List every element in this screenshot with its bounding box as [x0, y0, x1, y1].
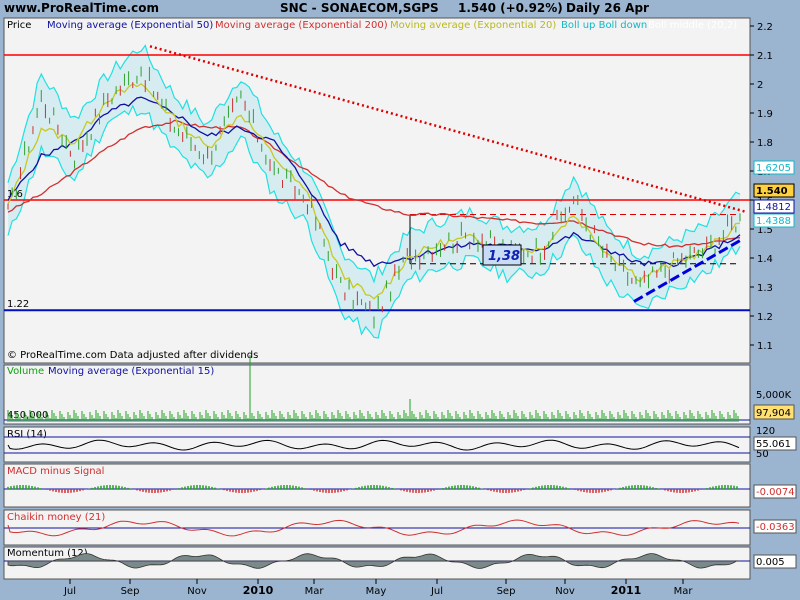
- legend-ma50: Moving average (Exponential 50): [47, 20, 213, 31]
- symbol-title: SNC - SONAECOM,SGPS: [280, 1, 439, 15]
- chart-window: www.ProRealTime.com SNC - SONAECOM,SGPS …: [0, 0, 800, 600]
- price-value-label: 1.4812: [756, 202, 791, 213]
- annotation-text: 1,38: [488, 249, 520, 264]
- site-title: www.ProRealTime.com: [4, 1, 159, 15]
- momentum-right-value: 0.005: [756, 557, 785, 568]
- y-tick-label: 2: [757, 80, 763, 91]
- price-value-label: 1.540: [756, 186, 788, 197]
- y-tick-label: 1.2: [757, 312, 773, 323]
- y-tick-label: 1.4: [757, 254, 773, 265]
- legend-boll: Boll up Boll down: [561, 20, 647, 31]
- y-tick-label: 1.9: [757, 109, 773, 120]
- y-tick-label: 2.2: [757, 22, 773, 33]
- rsi-label: RSI (14): [7, 429, 47, 440]
- credit-text: © ProRealTime.com Data adjusted after di…: [7, 350, 258, 361]
- volume-label: Volume: [7, 366, 44, 377]
- rsi-tick-top: 120: [756, 426, 775, 437]
- volume-right-value: 97,904: [756, 408, 791, 419]
- volume-ma-label: Moving average (Exponential 15): [48, 366, 214, 377]
- price-value-label: 1.6205: [756, 163, 791, 174]
- chaikin-label: Chaikin money (21): [7, 512, 105, 523]
- stock-chart: www.ProRealTime.com SNC - SONAECOM,SGPS …: [3, 1, 797, 597]
- period-label: Daily 26 Apr: [566, 1, 649, 15]
- x-tick-label: 2010: [243, 584, 274, 597]
- legend-price: Price: [7, 20, 31, 31]
- x-tick-label: Sep: [121, 586, 140, 597]
- y-tick-label: 1.3: [757, 283, 773, 294]
- y-tick-label: 1.8: [757, 138, 773, 149]
- x-tick-label: May: [366, 586, 387, 597]
- y-tick-label: 1.1: [757, 341, 773, 352]
- x-tick-label: Nov: [187, 586, 207, 597]
- price-y-axis: 2.22.121.91.81.71.61.51.41.31.21.11.6205…: [750, 22, 795, 352]
- price-value-label: 1.4388: [756, 216, 791, 227]
- x-tick-label: Jul: [430, 586, 443, 597]
- macd-label: MACD minus Signal: [7, 466, 104, 477]
- x-tick-label: 2011: [611, 584, 642, 597]
- y-tick-label: 2.1: [757, 51, 773, 62]
- rsi-right-value: 55.061: [756, 439, 791, 450]
- x-tick-label: Nov: [555, 586, 575, 597]
- x-tick-label: Jul: [63, 586, 76, 597]
- x-tick-label: Sep: [497, 586, 516, 597]
- rsi-tick-bottom: 50: [756, 449, 769, 460]
- legend-bollmid: Boll middle (20,2): [648, 20, 737, 31]
- legend-ma20: Moving average (Exponential 20): [390, 20, 556, 31]
- volume-tick: 5,000K: [756, 390, 792, 401]
- x-tick-label: Mar: [305, 586, 325, 597]
- macd-right-value: -0.0074: [756, 487, 795, 498]
- x-axis: Jul Sep Nov 2010 Mar May Jul Sep Nov 2011 Mar: [63, 579, 693, 597]
- level-label: 1.22: [7, 299, 29, 310]
- legend-ma200: Moving average (Exponential 200): [215, 20, 388, 31]
- chaikin-right-value: -0.0363: [756, 522, 795, 533]
- price-change: 1.540 (+0.92%): [458, 1, 563, 15]
- x-tick-label: Mar: [674, 586, 694, 597]
